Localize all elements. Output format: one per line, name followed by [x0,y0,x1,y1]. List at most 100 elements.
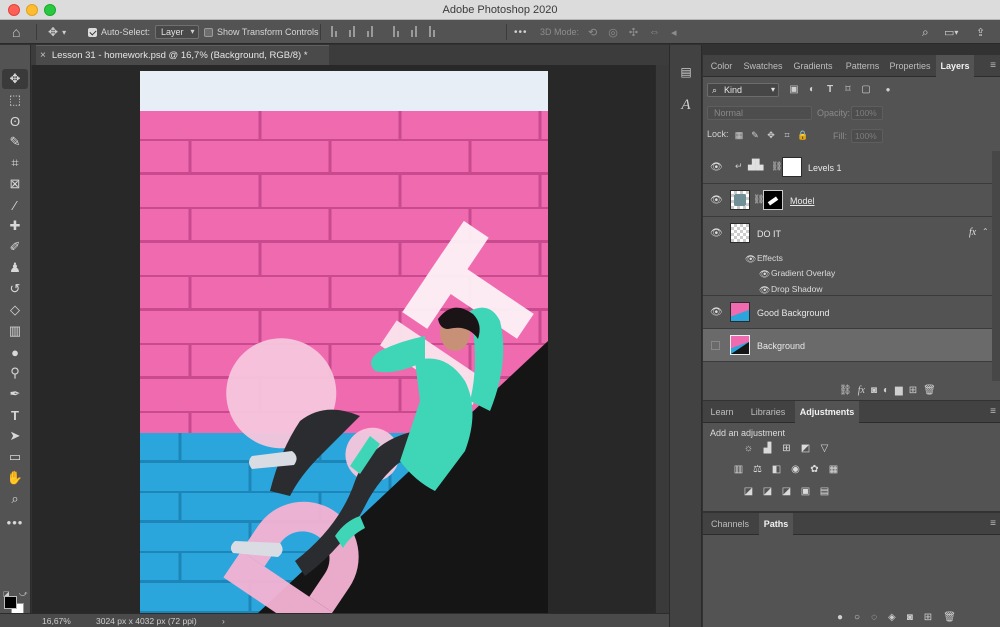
orbit-3d-icon[interactable]: ⟲ [588,26,597,39]
filter-type-icon[interactable]: T [823,83,837,97]
clone-stamp-tool-icon[interactable]: ♟ [2,258,28,278]
filter-smart-object-icon[interactable]: ▢ [859,83,873,97]
effect-gradient-overlay[interactable]: Gradient Overlay [771,268,835,278]
layer-row-good-background[interactable]: 👁 Good Background [703,296,992,329]
workspace-icon[interactable]: ▭ ▾ [944,20,958,44]
move-tool-preset-icon[interactable]: ✥ ▾ [48,20,66,44]
lock-all-icon[interactable]: 🔒 [797,129,809,141]
lock-artboard-icon[interactable]: ⌗ [781,129,793,141]
scale-3d-icon[interactable]: ◂ [671,26,677,39]
layer-name[interactable]: Background [757,341,805,351]
document-tab[interactable]: × Lesson 31 - homework.psd @ 16,7% (Back… [36,45,329,65]
layer-mask-thumbnail[interactable] [782,157,802,177]
edit-toolbar-icon[interactable]: ••• [2,512,28,532]
history-panel-icon[interactable]: ▤ [678,65,694,81]
align-bottom-edges-icon[interactable] [428,25,436,39]
tab-libraries[interactable]: Libraries [743,401,793,423]
character-panel-icon[interactable]: A [678,97,694,113]
filter-pixel-icon[interactable]: ▣ [787,83,801,97]
dodge-tool-icon[interactable]: ⚲ [2,363,28,383]
mask-link-icon[interactable]: ⛓ [771,161,782,172]
new-group-icon[interactable]: ▆ [895,385,903,396]
collapse-effects-icon[interactable]: ⌃ [982,227,989,236]
delete-layer-icon[interactable]: 🗑 [923,385,936,396]
add-mask-icon[interactable]: ◙ [907,612,913,623]
exposure-icon[interactable]: ◩ [799,442,812,455]
visibility-eye-icon[interactable]: 👁 [710,228,723,239]
healing-brush-tool-icon[interactable]: ✚ [2,216,28,236]
tab-color[interactable]: Color [703,55,740,77]
lock-position-icon[interactable]: ✥ [765,129,777,141]
add-layer-style-icon[interactable]: fx [858,385,865,396]
layer-thumbnail[interactable] [730,190,750,210]
stroke-path-icon[interactable]: ○ [854,612,860,623]
brightness-contrast-icon[interactable]: ☼ [742,442,755,455]
more-options-button[interactable]: ••• [514,20,528,44]
zoom-tool-icon[interactable]: ⌕ [2,489,28,509]
swap-colors-icon[interactable]: ⤻ [19,589,28,599]
visibility-eye-icon[interactable]: 👁 [710,307,723,318]
tab-patterns[interactable]: Patterns [840,55,885,77]
fill-input[interactable]: 100% [851,129,883,143]
lock-image-pixels-icon[interactable]: ✎ [749,129,761,141]
search-icon[interactable]: ⌕ [922,20,929,44]
frame-tool-icon[interactable]: ⊠ [2,174,28,194]
effects-eye-icon[interactable]: 👁 [745,254,756,265]
slide-3d-icon[interactable]: ⇔ [649,26,660,38]
lasso-tool-icon[interactable]: ʘ [2,111,28,131]
layer-thumbnail[interactable] [730,302,750,322]
blur-tool-icon[interactable]: ● [2,342,28,362]
make-work-path-icon[interactable]: ◈ [888,612,896,623]
canvas-area[interactable] [32,65,655,613]
gradient-map-icon[interactable]: ▤ [818,485,831,498]
selective-color-icon[interactable]: ▣ [799,485,812,498]
new-adjustment-layer-icon[interactable]: ◐ [883,385,889,396]
align-horizontal-centers-icon[interactable] [348,25,356,39]
canvas-vertical-scrollbar[interactable] [655,65,669,613]
opacity-input[interactable]: 100% [851,106,883,120]
filter-adjustment-icon[interactable]: ◐ [805,83,819,97]
tab-channels[interactable]: Channels [703,513,757,535]
zoom-level-readout[interactable]: 16,67% [42,616,71,626]
layer-name[interactable]: DO IT [757,229,781,239]
link-layers-icon[interactable]: ⛓ [839,385,852,396]
load-path-as-selection-icon[interactable]: ◌ [871,612,877,623]
tab-learn[interactable]: Learn [703,401,741,423]
tab-layers[interactable]: Layers [936,55,974,77]
crop-tool-icon[interactable]: ⌗ [2,153,28,173]
layer-row-model[interactable]: 👁 ⛓ Model [703,184,992,217]
filter-shape-icon[interactable]: ⌑ [841,83,855,97]
share-icon[interactable]: ⇪ [976,20,985,44]
layer-thumbnail[interactable] [730,335,750,355]
home-icon[interactable]: ⌂ [12,20,20,44]
panel-menu-icon[interactable]: ≡ [990,406,996,417]
levels-icon[interactable]: ▟ [761,442,774,455]
align-right-edges-icon[interactable] [366,25,374,39]
curves-icon[interactable]: ⊞ [780,442,793,455]
posterize-icon[interactable]: ◪ [761,485,774,498]
align-left-edges-icon[interactable] [330,25,338,39]
layer-filter-kind-dropdown[interactable]: ⌕ Kind ▾ [707,83,779,97]
drop-shadow-eye-icon[interactable]: 👁 [759,285,770,296]
gradient-overlay-eye-icon[interactable]: 👁 [759,269,770,280]
hue-saturation-icon[interactable]: ▥ [732,463,745,476]
auto-select-checkbox[interactable] [88,27,97,37]
channel-mixer-icon[interactable]: ✿ [808,463,821,476]
close-document-icon[interactable]: × [40,50,46,61]
effect-drop-shadow[interactable]: Drop Shadow [771,284,823,294]
path-selection-tool-icon[interactable]: ➤ [2,426,28,446]
new-path-icon[interactable]: ⊞ [924,612,932,623]
move-tool-icon[interactable]: ✥ [2,69,28,89]
brush-tool-icon[interactable]: ✐ [2,237,28,257]
foreground-color-swatch[interactable] [4,596,17,609]
tab-adjustments[interactable]: Adjustments [795,401,859,423]
panel-menu-icon[interactable]: ≡ [990,518,996,529]
pen-tool-icon[interactable]: ✒ [2,384,28,404]
type-tool-icon[interactable]: T [2,405,28,425]
delete-path-icon[interactable]: 🗑 [943,612,956,623]
eraser-tool-icon[interactable]: ◇ [2,300,28,320]
layer-thumbnail[interactable] [730,223,750,243]
add-mask-icon[interactable]: ◙ [871,385,877,396]
color-balance-icon[interactable]: ⚖ [751,463,764,476]
layer-name[interactable]: Levels 1 [808,163,842,173]
